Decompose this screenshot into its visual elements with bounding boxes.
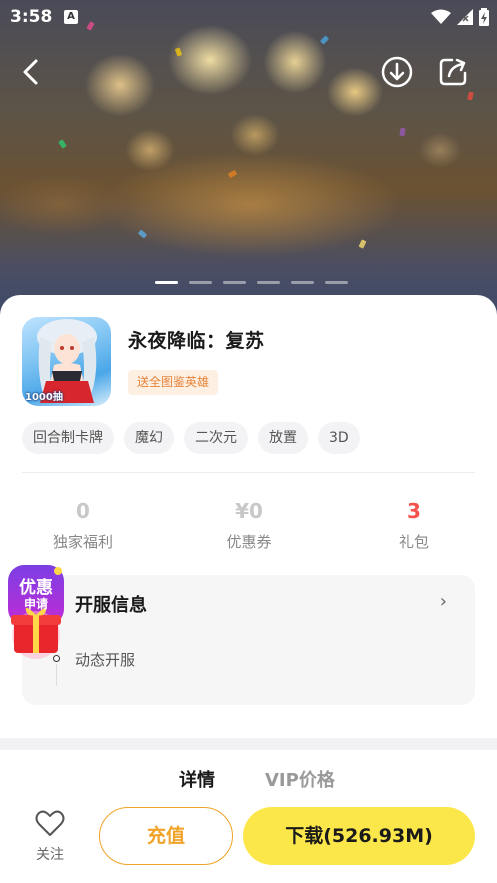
a-letter-icon: A: [64, 10, 78, 24]
carousel-dot[interactable]: [155, 281, 178, 284]
stat-label: 优惠券: [226, 533, 272, 551]
recharge-button[interactable]: 充值: [99, 807, 233, 865]
follow-label: 关注: [36, 847, 64, 863]
share-icon: [439, 58, 467, 86]
status-time: 3:58: [10, 7, 53, 27]
tag-list: 回合制卡牌 魔幻 二次元 放置 3D: [22, 422, 360, 454]
battery-charging-icon: [479, 8, 489, 26]
tag-item[interactable]: 回合制卡牌: [22, 422, 114, 454]
tag-item[interactable]: 二次元: [184, 422, 248, 454]
stat-label: 独家福利: [52, 533, 113, 551]
tag-item[interactable]: 放置: [258, 422, 308, 454]
promo-badge: 送全图鉴英雄: [128, 370, 219, 395]
download-button[interactable]: [379, 54, 415, 90]
discount-apply-float-button[interactable]: 优惠 申请: [6, 563, 66, 661]
wifi-icon: [431, 9, 451, 24]
carousel-dot[interactable]: [325, 281, 348, 284]
chevron-left-icon: [23, 59, 38, 85]
confetti-decoration: [467, 91, 474, 101]
confetti-decoration: [174, 47, 183, 57]
tag-item[interactable]: 魔幻: [124, 422, 174, 454]
confetti-decoration: [399, 127, 406, 137]
server-info-item: 动态开服: [75, 651, 136, 669]
download-game-button[interactable]: 下载(526.93M): [243, 807, 475, 865]
timeline-line: [56, 664, 57, 686]
promo-float-line2: 申请: [23, 597, 48, 611]
server-info-panel[interactable]: 开服信息 › 动态开服: [22, 575, 475, 705]
status-bar: 3:58 A: [0, 0, 497, 34]
tag-item[interactable]: 3D: [318, 422, 360, 454]
detail-tabs: 详情 VIP价格: [0, 762, 497, 798]
carousel-dot[interactable]: [223, 281, 246, 284]
share-button[interactable]: [435, 54, 471, 90]
divider: [22, 472, 475, 473]
app-icon-caption: 1000抽: [25, 392, 63, 403]
confetti-decoration: [358, 239, 367, 249]
status-icons: [431, 8, 489, 26]
stat-value: 3: [407, 499, 421, 523]
carousel-indicator: [155, 281, 348, 284]
stat-label: 礼包: [398, 533, 429, 551]
back-button[interactable]: [14, 54, 50, 90]
app-icon: 1000抽: [22, 317, 111, 406]
confetti-decoration: [227, 169, 238, 179]
stats-row: 0 独家福利 ¥0 优惠券 3 礼包: [0, 497, 497, 557]
carousel-dot[interactable]: [189, 281, 212, 284]
heart-icon: [35, 810, 65, 836]
server-info-title: 开服信息: [75, 595, 147, 616]
bottom-action-bar: 关注 充值 下载(526.93M): [0, 800, 497, 883]
chevron-right-icon: ›: [439, 591, 447, 612]
hero-banner[interactable]: [0, 0, 497, 315]
tab-vip-price[interactable]: VIP价格: [265, 766, 335, 792]
confetti-decoration: [319, 35, 330, 45]
download-circle-icon: [381, 56, 413, 88]
stat-value: ¥0: [235, 499, 263, 523]
stat-exclusive-benefits[interactable]: 0 独家福利: [23, 497, 143, 552]
section-separator: [0, 738, 497, 750]
confetti-decoration: [137, 229, 148, 239]
carousel-dot[interactable]: [291, 281, 314, 284]
stat-value: 0: [76, 499, 90, 523]
stat-gift-packs[interactable]: 3 礼包: [354, 497, 474, 552]
confetti-decoration: [58, 139, 67, 149]
signal-icon: [457, 9, 473, 25]
follow-button[interactable]: 关注: [26, 810, 74, 864]
stat-coupons[interactable]: ¥0 优惠券: [189, 497, 309, 552]
carousel-dot[interactable]: [257, 281, 280, 284]
game-info-card: 1000抽 永夜降临：复苏 送全图鉴英雄 回合制卡牌 魔幻 二次元 放置 3D …: [0, 295, 497, 745]
app-title: 永夜降临：复苏: [128, 330, 265, 352]
tab-details[interactable]: 详情: [179, 766, 215, 792]
